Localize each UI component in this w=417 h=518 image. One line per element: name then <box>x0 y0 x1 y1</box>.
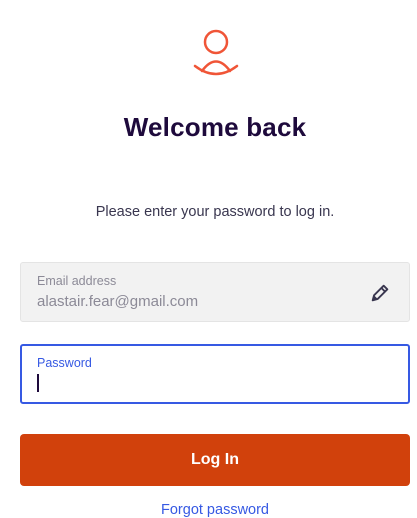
forgot-password-link[interactable]: Forgot password <box>0 502 417 518</box>
login-page: Welcome back Please enter your password … <box>0 0 417 518</box>
password-field-label: Password <box>37 356 92 370</box>
login-button[interactable]: Log In <box>20 434 410 486</box>
email-field: Email address alastair.fear@gmail.com <box>20 262 410 322</box>
password-field[interactable]: Password <box>20 344 410 404</box>
page-title: Welcome back <box>123 112 307 142</box>
user-icon <box>193 29 239 76</box>
email-field-value: alastair.fear@gmail.com <box>37 293 199 310</box>
pencil-icon[interactable] <box>369 282 391 304</box>
text-cursor <box>37 374 39 392</box>
email-field-label: Email address <box>37 274 117 288</box>
page-subtitle: Please enter your password to log in. <box>95 204 335 220</box>
